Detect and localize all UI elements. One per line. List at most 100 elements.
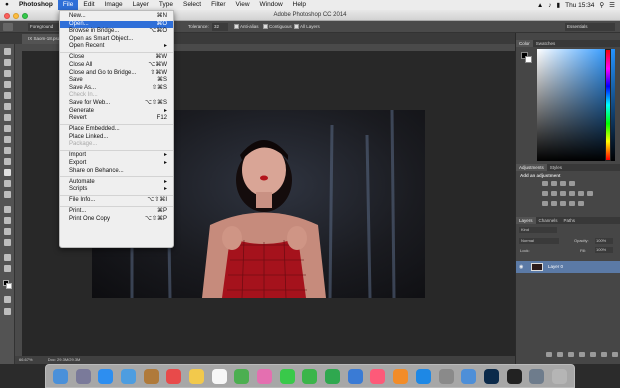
- menu-layer[interactable]: Layer: [128, 0, 154, 10]
- pen-tool-icon[interactable]: [4, 206, 11, 213]
- history-brush-tool-icon[interactable]: [4, 147, 11, 154]
- quick-select-tool-icon[interactable]: [4, 81, 11, 88]
- tab-swatches[interactable]: Swatches: [533, 40, 559, 47]
- marquee-tool-icon[interactable]: [4, 59, 11, 66]
- healing-tool-icon[interactable]: [4, 114, 11, 121]
- dock-system-preferences-icon[interactable]: [438, 368, 454, 384]
- eyedropper-tool-icon[interactable]: [4, 103, 11, 110]
- dock-finder-icon[interactable]: [52, 368, 68, 384]
- app-menu[interactable]: Photoshop: [14, 0, 58, 10]
- quick-mask-icon[interactable]: [4, 296, 11, 303]
- paint-bucket-tool-icon[interactable]: [4, 169, 11, 176]
- menu-help[interactable]: Help: [288, 0, 311, 10]
- menu-window[interactable]: Window: [255, 0, 288, 10]
- file-menu-item-automate[interactable]: Automate ▸: [60, 179, 173, 187]
- color-picker-field[interactable]: [537, 49, 615, 161]
- zoom-tool-icon[interactable]: [4, 265, 11, 272]
- dock-app-store-icon[interactable]: [415, 368, 431, 384]
- menubar-clock[interactable]: Thu 15:34: [565, 2, 594, 9]
- visibility-eye-icon[interactable]: ◉: [519, 264, 523, 270]
- all-layers-checkbox[interactable]: All Layers: [294, 23, 320, 31]
- file-menu-item-print[interactable]: Print... ⌘P: [60, 208, 173, 216]
- dodge-tool-icon[interactable]: [4, 191, 11, 198]
- hue-saturation-icon[interactable]: [551, 191, 557, 196]
- dock-itunes-icon[interactable]: [370, 368, 386, 384]
- search-icon[interactable]: ⚲: [599, 1, 604, 9]
- dock-reminders-icon[interactable]: [211, 368, 227, 384]
- eraser-tool-icon[interactable]: [4, 158, 11, 165]
- black-white-icon[interactable]: [569, 191, 575, 196]
- anti-alias-checkbox[interactable]: Anti-alias: [234, 23, 259, 31]
- crop-tool-icon[interactable]: [4, 92, 11, 99]
- shape-tool-icon[interactable]: [4, 239, 11, 246]
- file-menu-item-save[interactable]: Save ⌘S: [60, 77, 173, 85]
- photo-filter-icon[interactable]: [578, 191, 584, 196]
- posterize-icon[interactable]: [551, 201, 557, 206]
- delete-layer-icon[interactable]: [612, 352, 618, 357]
- opacity-input[interactable]: 100%: [595, 238, 613, 244]
- menu-edit[interactable]: Edit: [78, 0, 99, 10]
- tab-layers[interactable]: Layers: [516, 217, 536, 224]
- stamp-tool-icon[interactable]: [4, 136, 11, 143]
- type-tool-icon[interactable]: [4, 217, 11, 224]
- dock-keynote-icon[interactable]: [347, 368, 363, 384]
- apple-menu-icon[interactable]: ●: [0, 0, 14, 10]
- dock-numbers-icon[interactable]: [325, 368, 341, 384]
- dock-maps-icon[interactable]: [234, 368, 250, 384]
- color-balance-icon[interactable]: [560, 191, 566, 196]
- menu-type[interactable]: Type: [154, 0, 178, 10]
- tab-channels[interactable]: Channels: [536, 217, 561, 224]
- file-menu-item-close-all[interactable]: Close All ⌥⌘W: [60, 62, 173, 70]
- file-menu-item-print-one-copy[interactable]: Print One Copy ⌥⇧⌘P: [60, 216, 173, 224]
- menu-filter[interactable]: Filter: [206, 0, 230, 10]
- volume-icon[interactable]: ♪: [548, 2, 551, 9]
- curves-icon[interactable]: [560, 181, 566, 186]
- new-adjustment-icon[interactable]: [579, 352, 585, 357]
- hue-slider[interactable]: [605, 49, 611, 161]
- new-group-icon[interactable]: [590, 352, 596, 357]
- file-menu-item-place-embedded[interactable]: Place Embedded...: [60, 126, 173, 134]
- menu-select[interactable]: Select: [178, 0, 206, 10]
- brush-tool-icon[interactable]: [4, 125, 11, 132]
- brightness-icon[interactable]: [542, 181, 548, 186]
- notifications-icon[interactable]: ☰: [609, 1, 615, 9]
- file-menu-item-share-on-behance[interactable]: Share on Behance...: [60, 168, 173, 176]
- dock-photoshop-icon[interactable]: [483, 368, 499, 384]
- background-color-swatch[interactable]: [525, 56, 532, 63]
- wifi-icon[interactable]: ▲: [537, 2, 543, 9]
- tab-adjustments[interactable]: Adjustments: [516, 164, 547, 171]
- tab-styles[interactable]: Styles: [547, 164, 565, 171]
- dock-preview-icon[interactable]: [461, 368, 477, 384]
- file-menu-item-browse-in-bridge[interactable]: Browse in Bridge... ⌥⌘O: [60, 28, 173, 36]
- invert-icon[interactable]: [542, 201, 548, 206]
- fill-source-select[interactable]: Foreground: [28, 23, 62, 31]
- dock-ibooks-icon[interactable]: [393, 368, 409, 384]
- dock-calendar-icon[interactable]: [166, 368, 182, 384]
- file-menu-item-revert[interactable]: Revert F12: [60, 115, 173, 123]
- dock-launchpad-icon[interactable]: [75, 368, 91, 384]
- tool-preset-picker[interactable]: [3, 23, 13, 31]
- doc-size[interactable]: Doc: 29.3M/29.3M: [48, 357, 81, 362]
- dock-safari-icon[interactable]: [98, 368, 114, 384]
- dock-mail-icon[interactable]: [120, 368, 136, 384]
- blend-mode-select[interactable]: Normal: [519, 238, 559, 244]
- dock-terminal-icon[interactable]: [506, 368, 522, 384]
- exposure-icon[interactable]: [569, 181, 575, 186]
- file-menu-item-save-as[interactable]: Save As... ⇧⌘S: [60, 85, 173, 93]
- file-menu-item-save-for-web[interactable]: Save for Web... ⌥⇧⌘S: [60, 100, 173, 108]
- file-menu-item-generate[interactable]: Generate ▸: [60, 108, 173, 116]
- minimize-window-button[interactable]: [13, 12, 19, 19]
- move-tool-icon[interactable]: [4, 48, 11, 55]
- lasso-tool-icon[interactable]: [4, 70, 11, 77]
- dock-messages-icon[interactable]: [279, 368, 295, 384]
- gradient-map-icon[interactable]: [569, 201, 575, 206]
- dock-finder-window-icon[interactable]: [529, 368, 545, 384]
- layer-row[interactable]: ◉ Layer 0: [516, 261, 620, 273]
- file-menu-item-file-info[interactable]: File Info... ⌥⇧⌘I: [60, 197, 173, 205]
- vibrance-icon[interactable]: [542, 191, 548, 196]
- add-mask-icon[interactable]: [568, 352, 574, 357]
- new-layer-icon[interactable]: [601, 352, 607, 357]
- battery-icon[interactable]: ▮: [557, 1, 561, 9]
- contiguous-checkbox[interactable]: Contiguous: [263, 23, 292, 31]
- dock-notes-icon[interactable]: [188, 368, 204, 384]
